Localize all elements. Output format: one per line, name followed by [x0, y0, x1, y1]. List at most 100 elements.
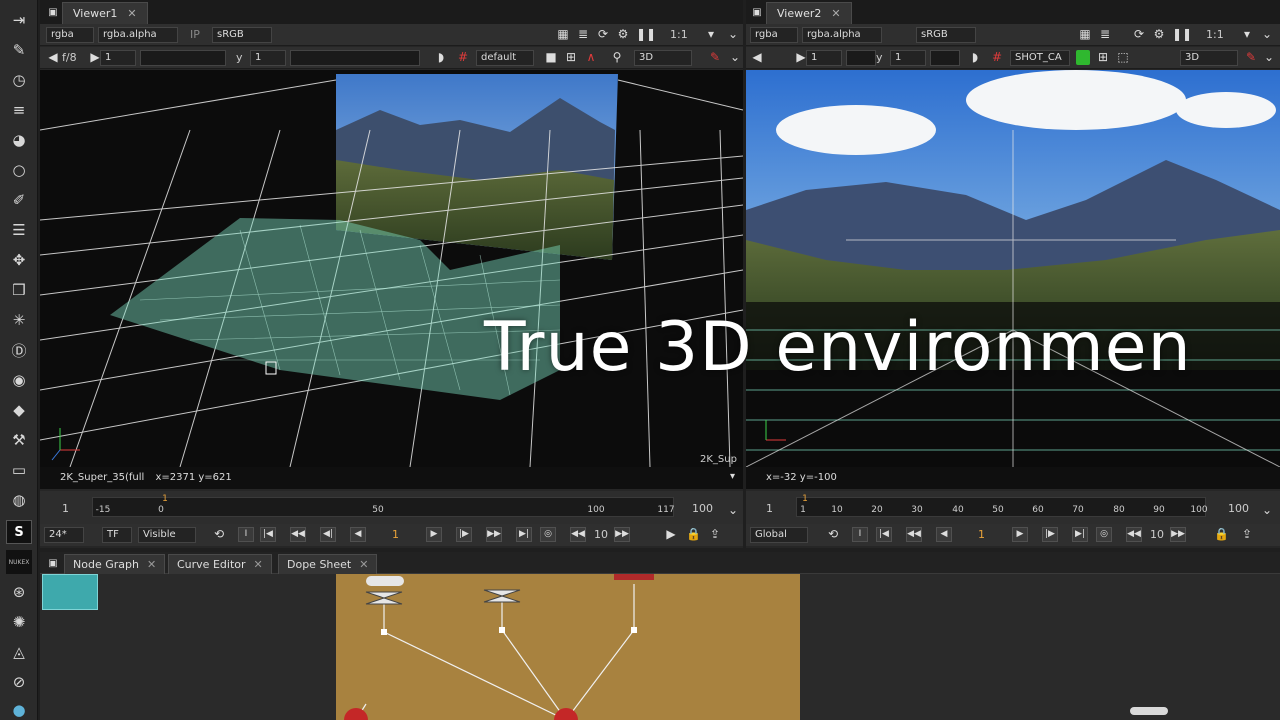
clip-warning-icon[interactable]: ∧ [584, 50, 598, 65]
tab-curve-editor[interactable]: Curve Editor ✕ [168, 554, 272, 574]
roi-icon[interactable]: ⊞ [564, 50, 578, 65]
color-icon[interactable]: ◕ [6, 128, 32, 152]
gamma-slider[interactable] [290, 50, 420, 66]
prev-step-button[interactable]: ◀◀ [906, 527, 922, 542]
camera-dropdown[interactable]: default [476, 50, 534, 66]
global-dropdown[interactable]: Global [750, 527, 808, 543]
pause-icon[interactable]: ❚❚ [1172, 27, 1192, 42]
viewer2-camera-canvas[interactable] [746, 70, 1280, 467]
export-icon[interactable]: ⇪ [1240, 527, 1254, 542]
viewer1-3d-canvas[interactable]: 2K_Sup [40, 70, 743, 467]
alpha-dropdown[interactable]: rgba.alpha [802, 27, 882, 43]
channels-dropdown[interactable]: rgba [750, 27, 798, 43]
prev-step-button[interactable]: ◀◀ [290, 527, 306, 542]
step-forward-button[interactable]: ▶▶ [1170, 527, 1186, 542]
content-menu-icon[interactable]: ▣ [46, 556, 60, 571]
filter-icon[interactable]: ○ [6, 158, 32, 182]
in-frame[interactable]: 1 [766, 502, 773, 515]
last-frame-button[interactable]: ▶| [1072, 527, 1088, 542]
lock-icon[interactable]: ■ [544, 50, 558, 65]
flipbook-icon[interactable]: ▶ [664, 527, 678, 542]
zoom-label[interactable]: 1:1 [670, 28, 688, 41]
timeline-menu-icon[interactable]: ⌄ [726, 503, 740, 518]
view-mode-dropdown[interactable]: 3D [634, 50, 692, 66]
more-icon[interactable]: ⌄ [728, 50, 742, 65]
grid-icon[interactable]: # [990, 50, 1004, 65]
menu-lines-icon[interactable]: ≣ [576, 27, 590, 42]
colorspace-dropdown[interactable]: sRGB [212, 27, 272, 43]
close-icon[interactable]: ✕ [359, 558, 368, 571]
step-field[interactable]: 10 [1150, 528, 1164, 541]
content-menu-icon[interactable]: ▣ [750, 5, 764, 20]
settings-icon[interactable]: ⚙ [1152, 27, 1166, 42]
next-frame-button[interactable]: |▶ [456, 527, 472, 542]
stop-button[interactable]: ◎ [1096, 527, 1112, 542]
grid-icon[interactable]: # [456, 50, 470, 65]
lock-range-icon[interactable]: 🔒 [686, 527, 701, 542]
visible-dropdown[interactable]: Visible [138, 527, 196, 543]
other-icon[interactable]: ▭ [6, 458, 32, 482]
next-step-button[interactable]: ▶▶ [486, 527, 502, 542]
time-icon[interactable]: ◷ [6, 68, 32, 92]
dot-node[interactable] [366, 576, 404, 586]
node-graph-panel[interactable]: ▣ Node Graph ✕ Curve Editor ✕ Dope Sheet ✕ [40, 552, 1280, 720]
out-frame[interactable]: 100 [1228, 502, 1249, 515]
prev-key-button[interactable]: |◀ [876, 527, 892, 542]
close-icon[interactable]: ✕ [254, 558, 263, 571]
region-icon[interactable]: ⬚ [1116, 50, 1130, 65]
metadata-icon[interactable]: ◆ [6, 398, 32, 422]
gain-field[interactable]: 1 [806, 50, 842, 66]
gamma-field[interactable]: 1 [250, 50, 286, 66]
more-icon[interactable]: ⌄ [1262, 50, 1276, 65]
viewer1-menu-icon[interactable]: ⌄ [726, 27, 740, 42]
content-menu-icon[interactable]: ▣ [46, 5, 60, 20]
gain-slider[interactable] [846, 50, 876, 66]
first-frame-button[interactable]: I [852, 527, 868, 542]
scroll-handle[interactable] [1130, 707, 1168, 715]
close-icon[interactable]: ✕ [127, 7, 136, 20]
settings-icon[interactable]: ⚙ [616, 27, 630, 42]
last-frame-button[interactable]: ▶| [516, 527, 532, 542]
roi-icon[interactable]: ⊞ [1096, 50, 1110, 65]
play-back-button[interactable]: ◀ [936, 527, 952, 542]
tab-viewer2[interactable]: Viewer2 ✕ [766, 2, 852, 24]
transform-node[interactable] [365, 591, 403, 605]
prev-frame-button[interactable]: ◀| [320, 527, 336, 542]
nukex-badge[interactable]: NUKEX [6, 550, 32, 574]
lock-icon[interactable] [1076, 50, 1090, 65]
tf-dropdown[interactable]: TF [102, 527, 132, 543]
tab-node-graph[interactable]: Node Graph ✕ [64, 554, 166, 574]
step-back-button[interactable]: ◀◀ [570, 527, 586, 542]
fps-dropdown[interactable]: 24* [44, 527, 84, 543]
viewer1-frame-ruler[interactable]: -15 0 50 100 117 1 [92, 494, 675, 517]
gamma-field[interactable]: 1 [890, 50, 926, 66]
3d-icon[interactable]: ❒ [6, 278, 32, 302]
merge-node[interactable] [344, 708, 368, 720]
flip-icon[interactable]: ◗ [434, 50, 448, 65]
views-icon[interactable]: ◉ [6, 368, 32, 392]
merge-icon[interactable]: ☰ [6, 218, 32, 242]
red-node-top[interactable] [614, 574, 654, 580]
paint-icon[interactable]: ✎ [6, 38, 32, 62]
export-icon[interactable]: ⇪ [708, 527, 722, 542]
tools-icon[interactable]: ⚒ [6, 428, 32, 452]
in-frame[interactable]: 1 [62, 502, 69, 515]
flip-icon[interactable]: ◗ [968, 50, 982, 65]
close-icon[interactable]: ✕ [147, 558, 156, 571]
menu-lines-icon[interactable]: ≣ [1098, 27, 1112, 42]
step-forward-button[interactable]: ▶▶ [614, 527, 630, 542]
playhead-label[interactable]: 1 [162, 494, 168, 504]
viewer2-menu-icon[interactable]: ⌄ [1260, 27, 1274, 42]
gain-field[interactable]: 1 [100, 50, 136, 66]
overlay-icon[interactable]: ▦ [1078, 27, 1092, 42]
teal-node[interactable] [42, 574, 98, 610]
plugin-icon[interactable]: ⊛ [6, 580, 32, 604]
current-frame[interactable]: 1 [392, 528, 399, 541]
tab-dope-sheet[interactable]: Dope Sheet ✕ [278, 554, 378, 574]
backdrop-node[interactable] [336, 574, 800, 720]
view-mode-dropdown[interactable]: 3D [1180, 50, 1238, 66]
out-frame[interactable]: 100 [692, 502, 713, 515]
status-menu-icon[interactable]: ▾ [730, 471, 735, 482]
play-button[interactable]: ▶ [426, 527, 442, 542]
globe-icon[interactable]: ◍ [6, 488, 32, 512]
